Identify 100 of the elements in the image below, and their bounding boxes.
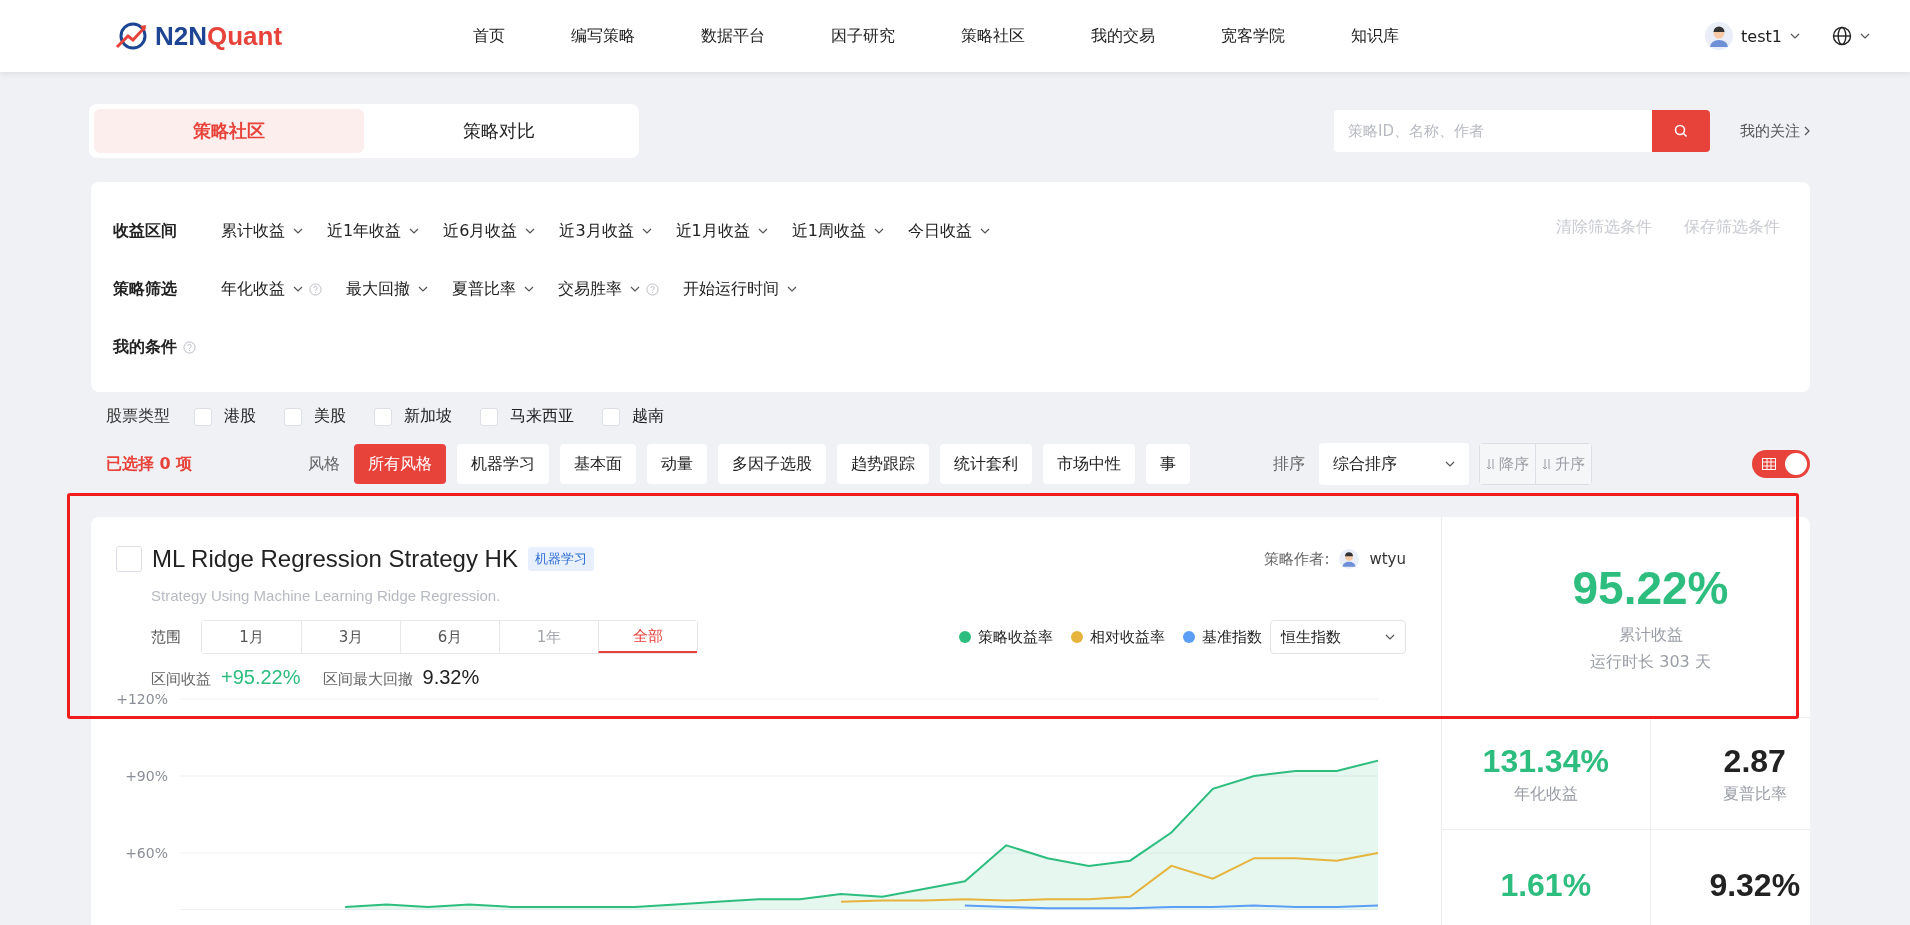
checkbox-label[interactable]: 港股: [224, 406, 256, 427]
chevron-icon: [1804, 126, 1810, 136]
tab[interactable]: 策略对比: [364, 109, 634, 153]
avatar-icon[interactable]: [1705, 22, 1734, 50]
nav-link[interactable]: 宽客学院: [1188, 25, 1319, 47]
filter-dropdown[interactable]: 近1周收益: [791, 220, 884, 242]
filter-dropdown[interactable]: 近6月收益: [443, 220, 536, 242]
nav-link[interactable]: 因子研究: [798, 25, 929, 47]
total-return-label: 累计收益: [1618, 625, 1683, 646]
style-chip[interactable]: 趋势跟踪: [837, 444, 929, 484]
total-return-value: 95.22%: [1572, 561, 1729, 615]
checkbox[interactable]: [284, 407, 302, 426]
style-chip[interactable]: 市场中性: [1043, 444, 1135, 484]
checkbox[interactable]: [602, 407, 620, 426]
nav-link[interactable]: 策略社区: [928, 25, 1059, 47]
nav-link[interactable]: 知识库: [1318, 25, 1433, 47]
style-chip[interactable]: 基本面: [560, 444, 636, 484]
selection-count: 已选择 0 项: [106, 453, 194, 475]
caret-icon: [757, 228, 768, 234]
strategy-title[interactable]: ML Ridge Regression Strategy HK: [152, 545, 518, 573]
style-chip[interactable]: 事: [1146, 444, 1190, 484]
metric-value: 1.61%: [1500, 867, 1592, 904]
nav-link[interactable]: 首页: [440, 25, 539, 47]
view-toggle[interactable]: [1752, 450, 1810, 478]
help-icon[interactable]: [309, 282, 322, 296]
grid-icon: [1762, 458, 1776, 470]
caret-icon: [979, 228, 990, 234]
caret-icon: [1790, 33, 1800, 39]
checkbox-label[interactable]: 越南: [632, 406, 664, 427]
caret-icon: [1860, 33, 1870, 39]
follow-link[interactable]: 我的关注: [1740, 121, 1810, 141]
caret-icon: [630, 286, 640, 292]
nav-link[interactable]: 编写策略: [538, 25, 669, 47]
style-chip[interactable]: 多因子选股: [718, 444, 826, 484]
style-chip[interactable]: 所有风格: [354, 444, 446, 484]
nav-link[interactable]: 我的交易: [1058, 25, 1189, 47]
caret-icon: [873, 228, 884, 234]
filter-dropdown[interactable]: 近3月收益: [559, 220, 652, 242]
stock-type-label: 股票类型: [106, 406, 170, 427]
avatar-icon: [1339, 549, 1360, 569]
caret-icon: [524, 286, 534, 292]
benchmark-select[interactable]: 恒生指数: [1270, 620, 1406, 654]
sort-label: 排序: [1273, 453, 1305, 475]
caret-icon: [525, 228, 536, 234]
help-icon[interactable]: [183, 340, 196, 354]
metric-value: 2.87: [1723, 742, 1786, 780]
checkbox[interactable]: [374, 407, 392, 426]
style-chip[interactable]: 统计套利: [940, 444, 1032, 484]
style-chip[interactable]: 机器学习: [457, 444, 549, 484]
style-label: 风格: [308, 453, 340, 475]
caret-icon: [409, 228, 420, 234]
caret-icon: [293, 286, 303, 292]
filter-dropdown[interactable]: 交易胜率: [558, 278, 640, 300]
author-name[interactable]: wtyu: [1369, 550, 1406, 568]
metric-value: 9.32%: [1709, 867, 1801, 904]
nav-link[interactable]: 数据平台: [668, 25, 799, 47]
checkbox-label[interactable]: 美股: [314, 406, 346, 427]
checkbox[interactable]: [480, 407, 498, 426]
filter-dropdown[interactable]: 近1年收益: [327, 220, 420, 242]
range-tab[interactable]: 全部: [598, 621, 697, 653]
y-axis-label: +90%: [125, 768, 168, 784]
filter-dropdown[interactable]: 夏普比率: [452, 278, 534, 300]
filter-dropdown[interactable]: 累计收益: [221, 220, 303, 242]
logo-text: N2NQuant: [155, 20, 283, 52]
filter-dropdown[interactable]: 近1月收益: [675, 220, 768, 242]
checkbox[interactable]: [194, 407, 212, 426]
legend-label[interactable]: 相对收益率: [1090, 627, 1165, 647]
logo-icon: [115, 21, 149, 51]
search-field[interactable]: 策略ID、名称、作者: [1334, 110, 1652, 152]
strategy-tag: 机器学习: [527, 547, 594, 571]
help-icon[interactable]: [646, 282, 659, 296]
metric-label: 夏普比率: [1722, 783, 1787, 805]
legend-label[interactable]: 策略收益率: [978, 627, 1053, 647]
caret-icon: [1445, 461, 1455, 467]
style-chip[interactable]: 动量: [647, 444, 707, 484]
metric-value: 131.34%: [1482, 742, 1609, 780]
filter-dropdown[interactable]: 今日收益: [907, 220, 990, 242]
author-label: 策略作者:: [1264, 549, 1330, 569]
runtime-text: 运行时长 303 天: [1590, 652, 1711, 673]
legend-label[interactable]: 基准指数: [1202, 627, 1262, 647]
y-axis-label: +120%: [116, 691, 168, 707]
checkbox-label[interactable]: 新加坡: [404, 406, 452, 427]
checkbox[interactable]: [116, 546, 142, 572]
caret-icon: [641, 228, 652, 234]
tab[interactable]: 策略社区: [94, 109, 364, 153]
username[interactable]: test1: [1741, 26, 1782, 46]
search-button[interactable]: [1652, 110, 1710, 152]
sort-select[interactable]: 综合排序: [1319, 443, 1469, 485]
range-label: 范围: [151, 627, 181, 647]
caret-icon: [418, 286, 428, 292]
filter-dropdown[interactable]: 最大回撤: [346, 278, 428, 300]
filter-dropdown[interactable]: 年化收益: [221, 278, 303, 300]
y-axis-label: +60%: [125, 845, 168, 861]
filter-dropdown[interactable]: 开始运行时间: [683, 278, 797, 300]
stat-label: 区间收益: [151, 670, 211, 689]
globe-icon[interactable]: [1832, 26, 1852, 46]
caret-icon: [787, 286, 797, 292]
stat-label: 区间最大回撤: [322, 670, 413, 689]
sort-icon: [1542, 458, 1552, 470]
checkbox-label[interactable]: 马来西亚: [510, 406, 574, 427]
